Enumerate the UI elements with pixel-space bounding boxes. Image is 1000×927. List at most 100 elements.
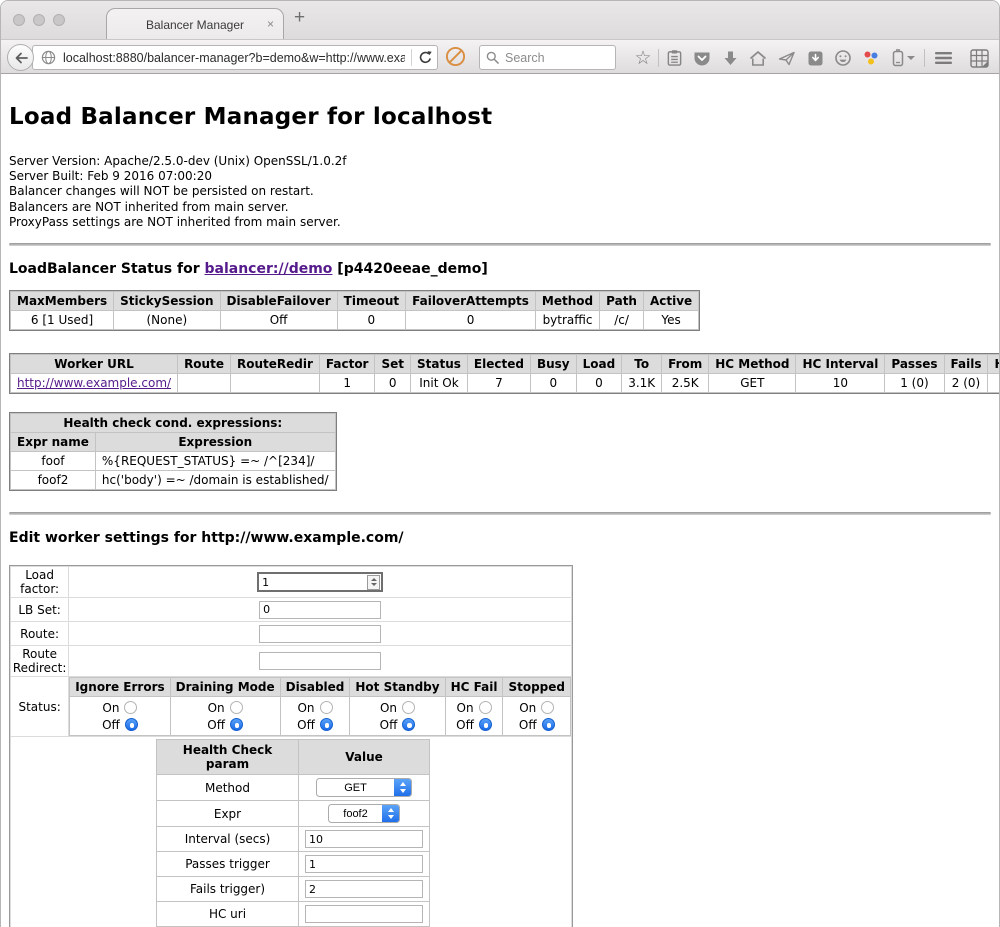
select-stepper-icon <box>394 778 411 797</box>
expr-table-title: Health check cond. expressions: <box>11 414 336 433</box>
back-arrow-icon <box>14 52 28 64</box>
col-route: Route <box>178 355 231 374</box>
send-tab-icon[interactable] <box>776 47 798 69</box>
form-row-route: Route: <box>11 622 572 646</box>
col-set: Set <box>375 355 411 374</box>
search-placeholder: Search <box>505 51 545 65</box>
hc-row-expr: Expr foof2 <box>157 801 430 827</box>
hc-fails-label: Fails trigger) <box>157 877 299 902</box>
col-fails: Fails <box>944 355 988 374</box>
balancer-status-heading: LoadBalancer Status for balancer://demo … <box>9 261 991 277</box>
radio-hc-fail-on[interactable] <box>479 701 492 714</box>
radio-disabled-on[interactable] <box>320 701 333 714</box>
table-header-row: Worker URL Route RouteRedir Factor Set S… <box>11 355 1000 374</box>
grid-tiles-icon[interactable] <box>968 47 990 69</box>
tab-close-icon[interactable]: × <box>267 17 274 31</box>
search-bar[interactable]: Search <box>479 45 616 70</box>
col-hot-standby: Hot Standby <box>350 678 445 697</box>
hc-method-select[interactable]: GET <box>316 778 412 797</box>
pocket-icon[interactable] <box>691 47 713 69</box>
col-expression: Expression <box>95 433 335 452</box>
radio-disabled-off[interactable] <box>320 718 333 731</box>
route-redirect-input[interactable] <box>259 652 381 670</box>
browser-toolbar: localhost:8880/balancer-manager?b=demo&w… <box>1 39 999 74</box>
notice-persist: Balancer changes will NOT be persisted o… <box>9 184 991 199</box>
radio-draining-mode-on[interactable] <box>230 701 243 714</box>
radio-stopped-off[interactable] <box>542 718 555 731</box>
horizontal-rule <box>9 512 991 515</box>
off-label: Off <box>207 718 225 732</box>
col-routeredir: RouteRedir <box>230 355 319 374</box>
bookmark-star-icon[interactable]: ☆ <box>632 47 654 69</box>
url-bar[interactable]: localhost:8880/balancer-manager?b=demo&w… <box>32 45 438 70</box>
form-row-lb-set: LB Set: <box>11 598 572 622</box>
hc-uri-input[interactable] <box>305 905 423 923</box>
on-label: On <box>519 701 536 715</box>
reload-icon[interactable] <box>418 50 433 65</box>
radio-hot-standby-off[interactable] <box>402 718 415 731</box>
url-text[interactable]: localhost:8880/balancer-manager?b=demo&w… <box>63 51 405 65</box>
col-to: To <box>622 355 662 374</box>
form-row-route-redirect: Route Redirect: <box>11 646 572 677</box>
bookmarks-menu-icon[interactable] <box>663 47 685 69</box>
hc-row-method: Method GET <box>157 775 430 801</box>
radio-stopped-on[interactable] <box>541 701 554 714</box>
balancer-heading-suffix: [p4420eeae_demo] <box>332 261 487 277</box>
reader-save-icon[interactable] <box>804 47 826 69</box>
col-maxmembers: MaxMembers <box>11 292 114 311</box>
col-method: Method <box>535 292 599 311</box>
hc-row-interval: Interval (secs) <box>157 827 430 852</box>
off-label: Off <box>297 718 315 732</box>
route-input[interactable] <box>259 625 381 643</box>
window-close-button[interactable] <box>13 14 25 26</box>
server-version: Server Version: Apache/2.5.0-dev (Unix) … <box>9 154 991 169</box>
radio-ignore-errors-off[interactable] <box>125 718 138 731</box>
window-minimize-button[interactable] <box>33 14 45 26</box>
on-label: On <box>297 701 314 715</box>
new-tab-button[interactable]: + <box>294 7 305 29</box>
col-from: From <box>662 355 709 374</box>
table-row: http://www.example.com/ 1 0 Init Ok 7 0 … <box>11 374 1000 393</box>
col-passes: Passes <box>885 355 944 374</box>
col-status: Status <box>411 355 468 374</box>
hc-expr-value: foof2 <box>329 808 382 820</box>
radio-hot-standby-on[interactable] <box>402 701 415 714</box>
balancer-status-table: MaxMembers StickySession DisableFailover… <box>9 290 700 331</box>
chat-smiley-icon[interactable] <box>832 47 854 69</box>
balancer-link[interactable]: balancer://demo <box>205 261 333 277</box>
worker-url-link[interactable]: http://www.example.com/ <box>17 376 171 390</box>
hc-interval-input[interactable] <box>305 830 423 848</box>
browser-window: Balancer Manager × + localhost:8880/bala… <box>0 0 1000 927</box>
off-label: Off <box>102 718 120 732</box>
tab-balancer-manager[interactable]: Balancer Manager × <box>106 8 284 40</box>
edit-worker-heading: Edit worker settings for http://www.exam… <box>9 530 991 546</box>
globe-icon <box>41 50 56 65</box>
hc-fails-input[interactable] <box>305 880 423 898</box>
radio-draining-mode-off[interactable] <box>230 718 243 731</box>
col-stickysession: StickySession <box>114 292 220 311</box>
downloads-icon[interactable] <box>719 47 741 69</box>
radio-ignore-errors-on[interactable] <box>124 701 137 714</box>
horizontal-rule <box>9 243 991 246</box>
page-content: Load Balancer Manager for localhost Serv… <box>1 74 999 927</box>
home-icon[interactable] <box>747 47 769 69</box>
load-factor-input[interactable]: 1 <box>257 572 383 592</box>
table-header-row: Ignore Errors Draining Mode Disabled Hot… <box>70 678 571 697</box>
table-row: foof %{REQUEST_STATUS} =~ /^[234]/ <box>11 452 336 471</box>
menu-hamburger-icon[interactable] <box>932 47 954 69</box>
hc-expr-select[interactable]: foof2 <box>328 804 400 823</box>
number-stepper-icon[interactable] <box>367 575 380 590</box>
load-factor-value: 1 <box>262 576 367 589</box>
colored-dots-icon[interactable] <box>860 47 882 69</box>
radio-hc-fail-off[interactable] <box>479 718 492 731</box>
back-button[interactable] <box>7 44 34 71</box>
hc-passes-input[interactable] <box>305 855 423 873</box>
lb-set-input[interactable] <box>259 601 381 619</box>
page-title: Load Balancer Manager for localhost <box>9 104 991 130</box>
window-zoom-button[interactable] <box>53 14 65 26</box>
server-built: Server Built: Feb 9 2016 07:00:20 <box>9 169 991 184</box>
content-block-icon[interactable] <box>445 46 466 71</box>
overflow-caret-icon[interactable] <box>904 47 918 69</box>
col-active: Active <box>643 292 698 311</box>
col-hc-method: HC Method <box>709 355 796 374</box>
